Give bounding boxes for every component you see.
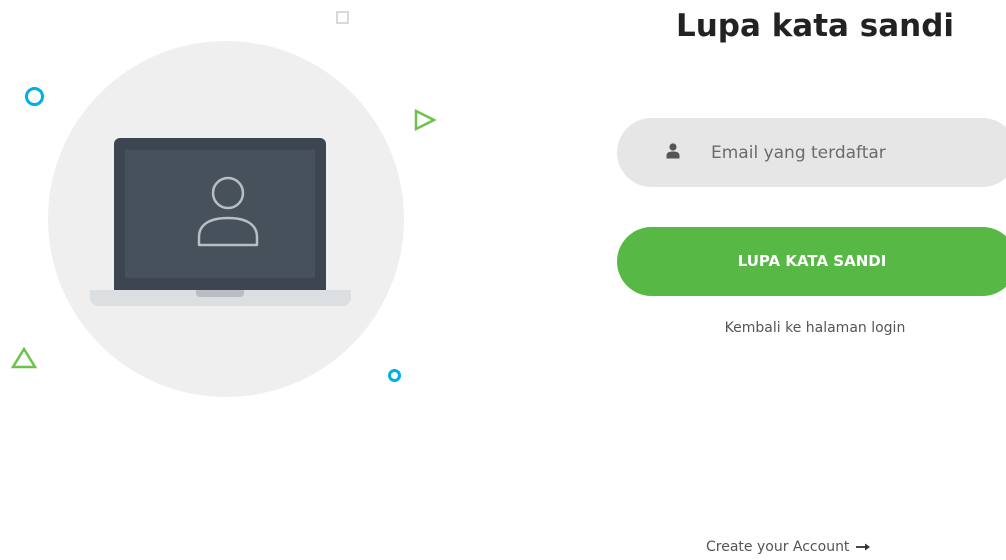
laptop-base — [90, 290, 351, 306]
reset-password-button[interactable]: LUPA KATA SANDI — [617, 227, 1006, 296]
laptop-icon — [114, 138, 326, 290]
back-to-login-link[interactable]: Kembali ke halaman login — [640, 320, 990, 336]
reset-password-button-label: LUPA KATA SANDI — [737, 252, 887, 270]
create-account-link[interactable]: Create your Account — [706, 539, 871, 555]
decorative-circle — [25, 87, 44, 106]
decorative-triangle-right — [414, 108, 437, 132]
laptop-notch — [196, 290, 244, 297]
laptop-display — [125, 150, 315, 278]
decorative-triangle-up — [11, 347, 37, 369]
forgot-password-page: Lupa kata sandi LUPA KATA SANDI Kembali … — [0, 0, 1006, 560]
decorative-square — [336, 11, 349, 24]
arrow-right-icon — [856, 543, 871, 551]
decorative-circle-small — [388, 369, 401, 382]
page-title: Lupa kata sandi — [675, 8, 955, 44]
email-field-container[interactable] — [617, 118, 1006, 187]
user-avatar-icon — [197, 176, 259, 247]
email-input[interactable] — [709, 132, 993, 174]
login-illustration — [0, 0, 460, 420]
create-account-label: Create your Account — [706, 539, 850, 555]
user-icon — [666, 143, 680, 159]
